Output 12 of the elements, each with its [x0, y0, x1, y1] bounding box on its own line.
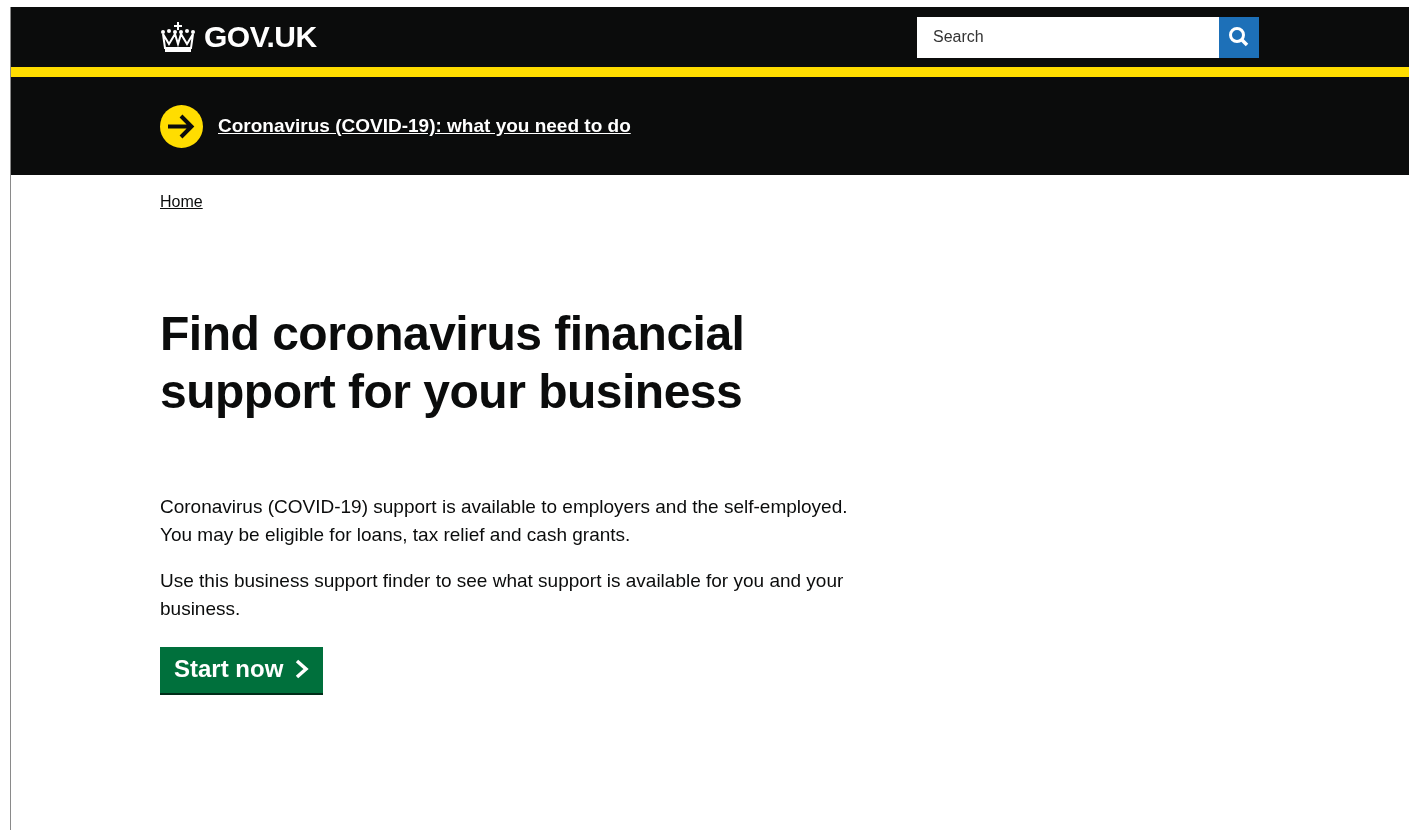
start-button[interactable]: Start now: [160, 647, 324, 693]
search-icon: [1228, 26, 1250, 48]
breadcrumb-link[interactable]: Home: [160, 193, 203, 210]
crown-icon: [160, 22, 196, 52]
intro-paragraph: Coronavirus (COVID-19) support is available to employers and the self-employed. You may be eligible for loans, tax relief and cash grants.: [160, 495, 849, 547]
chevron-icon: [295, 659, 310, 679]
search-button[interactable]: [1219, 16, 1259, 58]
page-title: Find coronavirus financial support for your business: [160, 306, 746, 420]
search-field[interactable]: Search: [917, 16, 1219, 58]
covid-link[interactable]: Coronavirus (COVID-19): what you need to do: [218, 115, 631, 137]
intro-paragraph: Use this business support finder to see what support is available for you and your business.: [160, 569, 845, 621]
govuk-logo[interactable]: GOV.UK: [160, 20, 317, 54]
